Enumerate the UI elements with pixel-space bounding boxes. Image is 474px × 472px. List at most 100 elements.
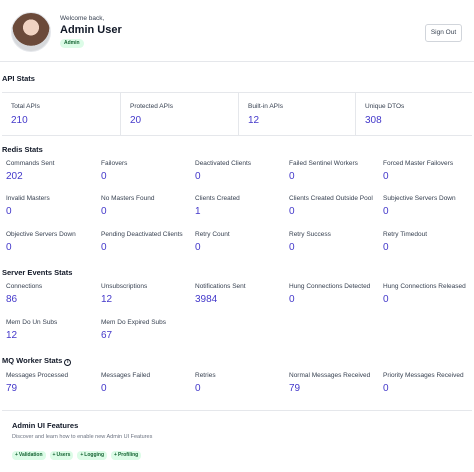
stat-value: 0 — [6, 242, 12, 253]
stat-label: Subjective Servers Down — [383, 195, 456, 202]
stat-commands-sent: Commands Sent 202 — [6, 160, 54, 182]
stat-no-masters-found: No Masters Found 0 — [101, 195, 154, 217]
stat-objective-servers-down: Objective Servers Down 0 — [6, 231, 76, 253]
stat-value: 0 — [101, 242, 107, 253]
feature-chip-validation[interactable]: +Validation — [12, 451, 46, 460]
stat-builtin-apis: Built-in APIs 12 — [238, 93, 355, 135]
stat-label: Deactivated Clients — [195, 160, 251, 167]
info-icon[interactable]: i — [64, 359, 72, 366]
stat-value: 86 — [6, 294, 18, 305]
stat-value: 0 — [101, 206, 107, 217]
stat-label: Hung Connections Detected — [289, 283, 371, 290]
stat-value: 210 — [11, 115, 28, 126]
stat-label: Notifications Sent — [195, 283, 246, 290]
stat-value: 0 — [383, 242, 389, 253]
stat-clients-created-outside-pool: Clients Created Outside Pool 0 — [289, 195, 373, 217]
plus-icon: + — [15, 452, 18, 458]
stat-value: 12 — [6, 330, 18, 341]
stat-hung-connections-released: Hung Connections Released 0 — [383, 283, 466, 305]
api-stats-panel: Total APIs 210 Protected APIs 20 Built-i… — [2, 92, 472, 136]
stat-retry-timedout: Retry Timedout 0 — [383, 231, 427, 253]
stat-value: 79 — [289, 383, 301, 394]
stat-label: Objective Servers Down — [6, 231, 76, 238]
stat-label: Normal Messages Received — [289, 372, 371, 379]
admin-ui-features-panel: Admin UI Features Discover and learn how… — [2, 410, 472, 472]
stat-retry-success: Retry Success 0 — [289, 231, 331, 253]
stat-clients-created: Clients Created 1 — [195, 195, 240, 217]
api-stats-title: API Stats — [2, 74, 35, 83]
mq-worker-title-text: MQ Worker Stats — [2, 356, 63, 365]
stat-pending-deactivated-clients: Pending Deactivated Clients 0 — [101, 231, 183, 253]
stat-value: 0 — [383, 171, 389, 182]
stat-deactivated-clients: Deactivated Clients 0 — [195, 160, 251, 182]
stat-value: 0 — [101, 383, 107, 394]
chip-label: Validation — [18, 452, 43, 458]
stat-label: Retries — [195, 372, 216, 379]
stat-forced-master-failovers: Forced Master Failovers 0 — [383, 160, 453, 182]
stat-label: Connections — [6, 283, 43, 290]
stat-value: 0 — [383, 206, 389, 217]
plus-icon: + — [80, 452, 84, 458]
stat-value: 12 — [101, 294, 113, 305]
stat-mem-do-un-subs: Mem Do Un Subs 12 — [6, 319, 57, 341]
redis-stats-title: Redis Stats — [2, 145, 43, 154]
stat-hung-connections-detected: Hung Connections Detected 0 — [289, 283, 370, 305]
chip-label: Profiling — [117, 452, 139, 458]
stat-label: Invalid Masters — [6, 195, 50, 202]
stat-label: Clients Created — [195, 195, 240, 202]
stat-messages-failed: Messages Failed 0 — [101, 372, 150, 394]
stat-notifications-sent: Notifications Sent 3984 — [195, 283, 246, 305]
server-events-title: Server Events Stats — [2, 268, 73, 277]
stat-value: 0 — [383, 383, 389, 394]
sign-out-button[interactable]: Sign Out — [425, 24, 462, 42]
stat-retries: Retries 0 — [195, 372, 216, 394]
stat-label: Priority Messages Received — [383, 372, 464, 379]
stat-label: Unsubscriptions — [101, 283, 148, 290]
stat-value: 202 — [6, 171, 23, 182]
stat-value: 20 — [130, 115, 142, 126]
stat-value: 0 — [6, 206, 12, 217]
stat-subjective-servers-down: Subjective Servers Down 0 — [383, 195, 456, 217]
stat-failed-sentinel-workers: Failed Sentinel Workers 0 — [289, 160, 358, 182]
stat-value: 0 — [195, 171, 201, 182]
stat-value: 0 — [101, 171, 107, 182]
stat-label: Hung Connections Released — [383, 283, 466, 290]
stat-unique-dtos: Unique DTOs 308 — [355, 93, 472, 135]
stat-label: Failed Sentinel Workers — [289, 160, 358, 167]
feature-chip-profiling[interactable]: +Profiling — [111, 451, 142, 460]
features-title: Admin UI Features — [12, 421, 79, 430]
chip-label: Users — [56, 452, 71, 458]
avatar — [11, 12, 51, 52]
welcome-text: Welcome back, — [60, 15, 105, 22]
stat-label: Mem Do Expired Subs — [101, 319, 167, 326]
stat-priority-messages-received: Priority Messages Received 0 — [383, 372, 464, 394]
stat-retry-count: Retry Count 0 — [195, 231, 230, 253]
stat-value: 3984 — [195, 294, 218, 305]
stat-label: Messages Failed — [101, 372, 151, 379]
stat-label: Pending Deactivated Clients — [101, 231, 183, 238]
stat-invalid-masters: Invalid Masters 0 — [6, 195, 50, 217]
stat-value: 0 — [289, 294, 295, 305]
stat-value: 1 — [195, 206, 201, 217]
profile-header: Welcome back, Admin User Admin Sign Out — [0, 0, 474, 62]
stat-normal-messages-received: Normal Messages Received 79 — [289, 372, 370, 394]
stat-value: 0 — [289, 171, 295, 182]
stat-label: Retry Success — [289, 231, 331, 238]
stat-label: Forced Master Failovers — [383, 160, 454, 167]
stat-label: Retry Count — [195, 231, 230, 238]
chip-label: Logging — [84, 452, 105, 458]
stat-value: 308 — [365, 115, 382, 126]
plus-icon: + — [114, 452, 117, 458]
feature-chip-logging[interactable]: +Logging — [77, 451, 108, 460]
stat-value: 79 — [6, 383, 18, 394]
stat-protected-apis: Protected APIs 20 — [120, 93, 238, 135]
stat-total-apis: Total APIs 210 — [2, 93, 120, 135]
stat-messages-processed: Messages Processed 79 — [6, 372, 68, 394]
feature-chip-users[interactable]: +Users — [49, 451, 74, 460]
stat-label: Protected APIs — [130, 103, 173, 110]
stat-value: 0 — [195, 242, 201, 253]
stat-value: 0 — [383, 294, 389, 305]
username: Admin User — [60, 24, 122, 36]
stat-label: Retry Timedout — [383, 231, 428, 238]
stat-unsubscriptions: Unsubscriptions 12 — [101, 283, 147, 305]
